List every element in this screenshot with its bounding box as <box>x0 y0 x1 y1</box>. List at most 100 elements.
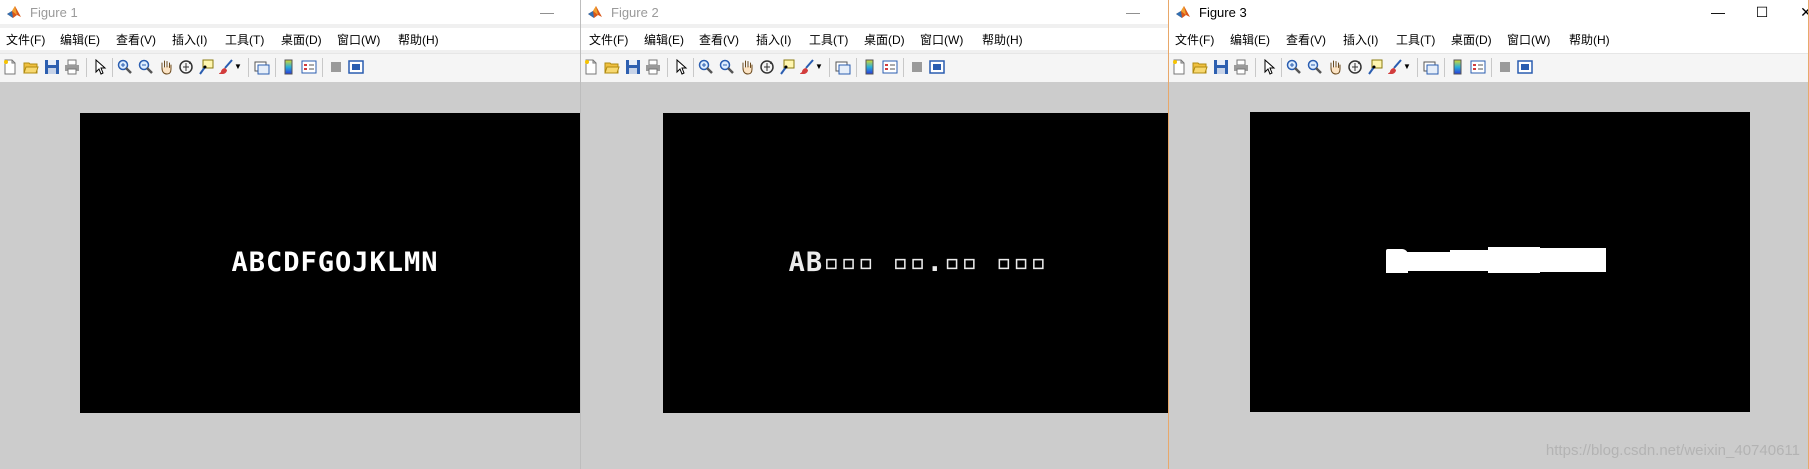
save-icon[interactable] <box>44 59 60 75</box>
colorbar-icon[interactable] <box>281 59 297 75</box>
figure-toolbar: ▼ <box>581 53 1168 83</box>
zoom-out-icon[interactable] <box>1307 59 1323 75</box>
image-axes[interactable] <box>1250 112 1750 412</box>
menu-window[interactable]: 窗口(W) <box>337 31 380 48</box>
open-file-icon[interactable] <box>23 59 39 75</box>
data-cursor-icon[interactable] <box>779 59 795 75</box>
new-figure-icon[interactable] <box>583 59 599 75</box>
chevron-down-icon[interactable]: ▼ <box>234 59 242 75</box>
rotate-3d-icon[interactable] <box>178 59 194 75</box>
menu-insert[interactable]: 插入(I) <box>172 31 207 48</box>
zoom-in-icon[interactable] <box>698 59 714 75</box>
print-icon[interactable] <box>1233 59 1249 75</box>
pan-hand-icon[interactable] <box>1327 59 1343 75</box>
legend-icon[interactable] <box>1470 59 1486 75</box>
maximize-button[interactable]: ☐ <box>1751 2 1773 22</box>
link-plot-icon[interactable] <box>254 59 270 75</box>
image-axes[interactable]: ABCDFGOJKLMN <box>80 113 580 413</box>
menu-tools[interactable]: 工具(T) <box>809 31 848 48</box>
menu-desktop[interactable]: 桌面(D) <box>864 31 905 48</box>
brush-icon[interactable] <box>1387 59 1403 75</box>
menu-view[interactable]: 查看(V) <box>116 31 156 48</box>
link-plot-icon[interactable] <box>835 59 851 75</box>
brush-icon[interactable] <box>218 59 234 75</box>
hide-plot-tools-icon[interactable] <box>909 59 925 75</box>
colorbar-icon[interactable] <box>1450 59 1466 75</box>
close-button[interactable]: ✕ <box>1795 2 1808 22</box>
show-plot-tools-icon[interactable] <box>929 59 945 75</box>
show-plot-tools-icon[interactable] <box>1517 59 1533 75</box>
menu-insert[interactable]: 插入(I) <box>756 31 791 48</box>
brush-icon[interactable] <box>799 59 815 75</box>
menu-window[interactable]: 窗口(W) <box>920 31 963 48</box>
menu-file[interactable]: 文件(F) <box>6 31 45 48</box>
window-title: Figure 1 <box>30 5 78 20</box>
legend-icon[interactable] <box>301 59 317 75</box>
hide-plot-tools-icon[interactable] <box>328 59 344 75</box>
menu-edit[interactable]: 编辑(E) <box>644 31 684 48</box>
title-bar[interactable]: Figure 1 — <box>0 0 580 24</box>
title-bar[interactable]: Figure 3 — ☐ ✕ <box>1169 0 1808 24</box>
new-figure-icon[interactable] <box>2 59 18 75</box>
menu-desktop[interactable]: 桌面(D) <box>281 31 322 48</box>
save-icon[interactable] <box>625 59 641 75</box>
menu-help[interactable]: 帮助(H) <box>982 31 1023 48</box>
figure-1-window: Figure 1 — 文件(F) 编辑(E) 查看(V) 插入(I) 工具(T)… <box>0 0 580 469</box>
image-axes[interactable]: AB▫▫▫ ▫▫.▫▫ ▫▫▫ <box>663 113 1168 413</box>
minimize-button[interactable]: — <box>1122 2 1144 22</box>
matlab-logo-icon <box>587 4 603 20</box>
show-plot-tools-icon[interactable] <box>348 59 364 75</box>
edit-plot-arrow-icon[interactable] <box>1261 59 1277 75</box>
title-bar[interactable]: Figure 2 — <box>581 0 1168 24</box>
data-cursor-icon[interactable] <box>198 59 214 75</box>
toolbar-separator <box>693 58 694 77</box>
pan-hand-icon[interactable] <box>739 59 755 75</box>
edit-plot-arrow-icon[interactable] <box>673 59 689 75</box>
data-cursor-icon[interactable] <box>1367 59 1383 75</box>
figure-canvas: AB▫▫▫ ▫▫.▫▫ ▫▫▫ <box>581 82 1168 469</box>
menu-help[interactable]: 帮助(H) <box>398 31 439 48</box>
print-icon[interactable] <box>645 59 661 75</box>
merged-text-blob <box>1538 248 1606 272</box>
toolbar-separator <box>1281 58 1282 77</box>
hide-plot-tools-icon[interactable] <box>1497 59 1513 75</box>
menu-tools[interactable]: 工具(T) <box>1396 31 1435 48</box>
new-figure-icon[interactable] <box>1171 59 1187 75</box>
menu-view[interactable]: 查看(V) <box>1286 31 1326 48</box>
zoom-out-icon[interactable] <box>138 59 154 75</box>
menu-desktop[interactable]: 桌面(D) <box>1451 31 1492 48</box>
legend-icon[interactable] <box>882 59 898 75</box>
minimize-button[interactable]: — <box>1707 2 1729 22</box>
print-icon[interactable] <box>64 59 80 75</box>
zoom-out-icon[interactable] <box>719 59 735 75</box>
link-plot-icon[interactable] <box>1423 59 1439 75</box>
rotate-3d-icon[interactable] <box>759 59 775 75</box>
zoom-in-icon[interactable] <box>1286 59 1302 75</box>
chevron-down-icon[interactable]: ▼ <box>1403 59 1411 75</box>
merged-text-blob <box>1406 252 1452 271</box>
menu-bar: 文件(F) 编辑(E) 查看(V) 插入(I) 工具(T) 桌面(D) 窗口(W… <box>581 28 1168 50</box>
menu-insert[interactable]: 插入(I) <box>1343 31 1378 48</box>
menu-file[interactable]: 文件(F) <box>1175 31 1214 48</box>
open-file-icon[interactable] <box>604 59 620 75</box>
zoom-in-icon[interactable] <box>117 59 133 75</box>
toolbar-separator <box>275 58 276 77</box>
pan-hand-icon[interactable] <box>158 59 174 75</box>
matlab-logo-icon <box>1175 4 1191 20</box>
open-file-icon[interactable] <box>1192 59 1208 75</box>
rotate-3d-icon[interactable] <box>1347 59 1363 75</box>
menu-tools[interactable]: 工具(T) <box>225 31 264 48</box>
figure-toolbar: ▼ <box>0 53 580 83</box>
menu-file[interactable]: 文件(F) <box>589 31 628 48</box>
menu-window[interactable]: 窗口(W) <box>1507 31 1550 48</box>
menu-edit[interactable]: 编辑(E) <box>1230 31 1270 48</box>
menu-help[interactable]: 帮助(H) <box>1569 31 1610 48</box>
menu-edit[interactable]: 编辑(E) <box>60 31 100 48</box>
colorbar-icon[interactable] <box>862 59 878 75</box>
menu-view[interactable]: 查看(V) <box>699 31 739 48</box>
save-icon[interactable] <box>1213 59 1229 75</box>
chevron-down-icon[interactable]: ▼ <box>815 59 823 75</box>
minimize-button[interactable]: — <box>536 2 558 22</box>
figure-canvas <box>1169 82 1808 469</box>
edit-plot-arrow-icon[interactable] <box>92 59 108 75</box>
